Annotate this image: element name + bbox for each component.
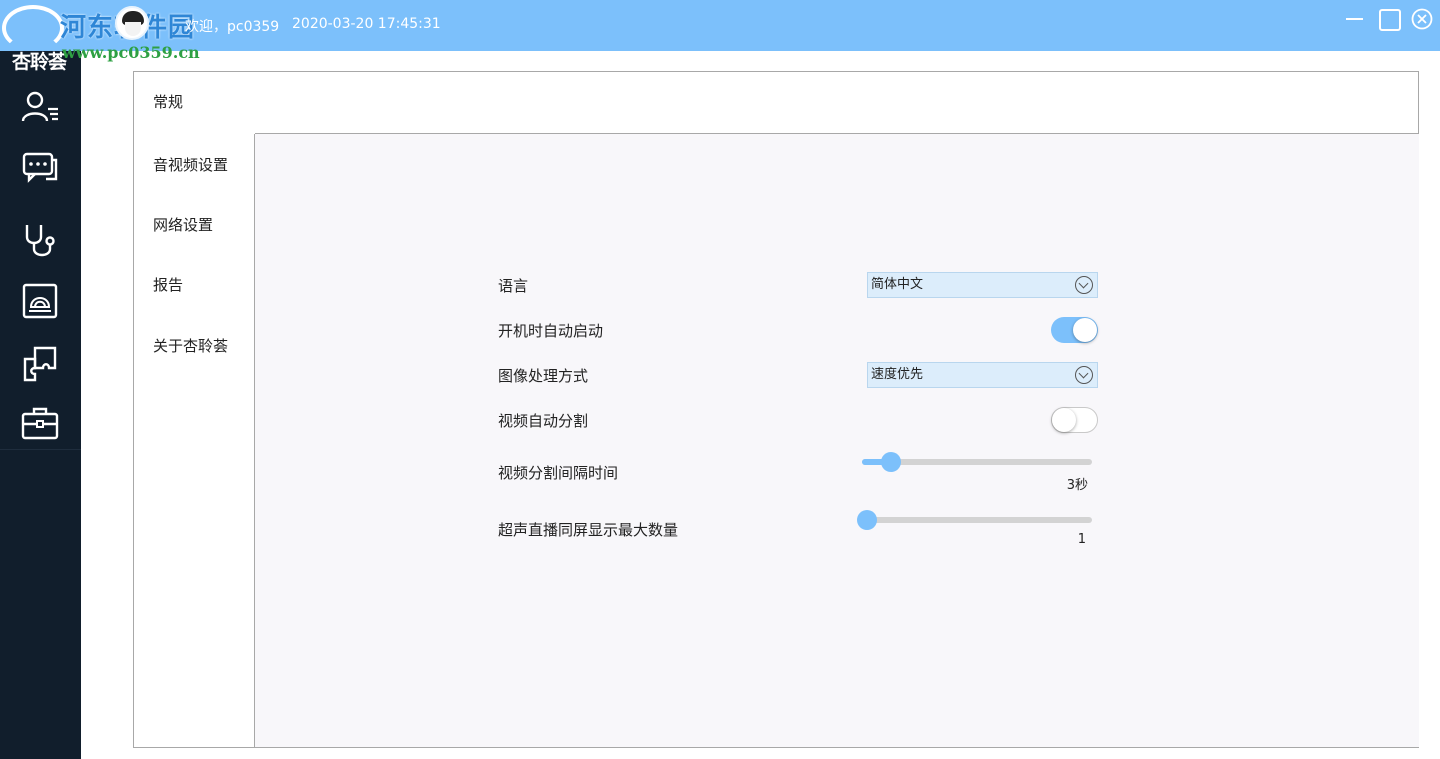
rail-item-contacts[interactable] xyxy=(17,85,63,131)
video-split-label: 视频自动分割 xyxy=(498,412,589,430)
slider-track xyxy=(862,517,1092,523)
nav-item-av-settings[interactable]: 音视频设置 xyxy=(134,135,255,195)
maximize-button[interactable] xyxy=(1376,6,1402,32)
greeting-text: 欢迎，pc0359 xyxy=(185,19,280,35)
rail-item-toolbox[interactable] xyxy=(17,401,63,447)
language-label: 语言 xyxy=(498,277,529,295)
rail-item-stethoscope[interactable] xyxy=(17,217,63,263)
close-icon xyxy=(1411,8,1433,30)
avatar[interactable] xyxy=(115,6,149,40)
puzzle-icon xyxy=(23,346,57,382)
image-processing-select[interactable]: 速度优先 xyxy=(867,362,1098,388)
autostart-label: 开机时自动启动 xyxy=(498,322,604,340)
toggle-knob xyxy=(1052,408,1076,432)
contacts-icon xyxy=(21,91,58,122)
language-select[interactable]: 简体中文 xyxy=(867,272,1098,298)
nav-item-report[interactable]: 报告 xyxy=(134,255,255,315)
chevron-down-icon xyxy=(1075,366,1093,384)
split-interval-slider[interactable] xyxy=(862,452,1094,472)
toolbox-icon xyxy=(21,407,59,440)
rail-item-puzzle[interactable] xyxy=(17,341,63,387)
minimize-button[interactable] xyxy=(1342,6,1368,32)
settings-content: 语言 简体中文 开机时自动启动 图像处理方式 速度优先 视频自动分割 视频分割间… xyxy=(254,133,1419,747)
toggle-knob xyxy=(1073,318,1097,342)
slider-thumb[interactable] xyxy=(881,452,901,472)
max-screens-value: 1 xyxy=(1077,532,1086,547)
logo-icon xyxy=(2,5,64,51)
image-processing-select-value: 速度优先 xyxy=(871,367,924,382)
split-interval-value: 3秒 xyxy=(1066,478,1088,493)
language-select-value: 简体中文 xyxy=(871,277,924,292)
chat-icon xyxy=(22,152,58,183)
max-screens-slider[interactable] xyxy=(857,510,1092,530)
chevron-down-icon xyxy=(1075,276,1093,294)
watermark-url: www.pc0359.cn xyxy=(62,43,200,62)
rail-item-chat[interactable] xyxy=(17,145,63,191)
title-bar: 河东软件园 欢迎，pc0359 2020-03-20 17:45:31 xyxy=(0,0,1440,51)
image-processing-label: 图像处理方式 xyxy=(498,367,589,385)
rail-item-ultrasound[interactable] xyxy=(17,279,63,325)
stethoscope-icon xyxy=(25,225,55,257)
settings-panel: 常规 音视频设置 网络设置 报告 关于杏聆荟 语言 简体中文 开机时自动启动 图… xyxy=(133,71,1419,748)
nav-item-general[interactable]: 常规 xyxy=(134,72,255,134)
close-button[interactable] xyxy=(1409,6,1435,32)
app-window: 河东软件园 欢迎，pc0359 2020-03-20 17:45:31 杏聆荟 … xyxy=(0,0,1440,759)
slider-thumb[interactable] xyxy=(857,510,877,530)
nav-item-about[interactable]: 关于杏聆荟 xyxy=(134,316,255,376)
datetime-text: 2020-03-20 17:45:31 xyxy=(292,16,441,32)
autostart-toggle[interactable] xyxy=(1051,317,1098,343)
rail-divider xyxy=(0,449,81,450)
nav-item-network-settings[interactable]: 网络设置 xyxy=(134,195,255,255)
split-interval-label: 视频分割间隔时间 xyxy=(498,464,619,482)
left-rail: 杏聆荟 www.pc0359.cn xyxy=(0,43,200,759)
settings-nav: 常规 音视频设置 网络设置 报告 关于杏聆荟 xyxy=(134,72,255,747)
avatar-face xyxy=(125,22,141,36)
video-split-toggle[interactable] xyxy=(1051,407,1098,433)
ultrasound-icon xyxy=(22,283,58,319)
max-screens-label: 超声直播同屏显示最大数量 xyxy=(498,521,679,539)
